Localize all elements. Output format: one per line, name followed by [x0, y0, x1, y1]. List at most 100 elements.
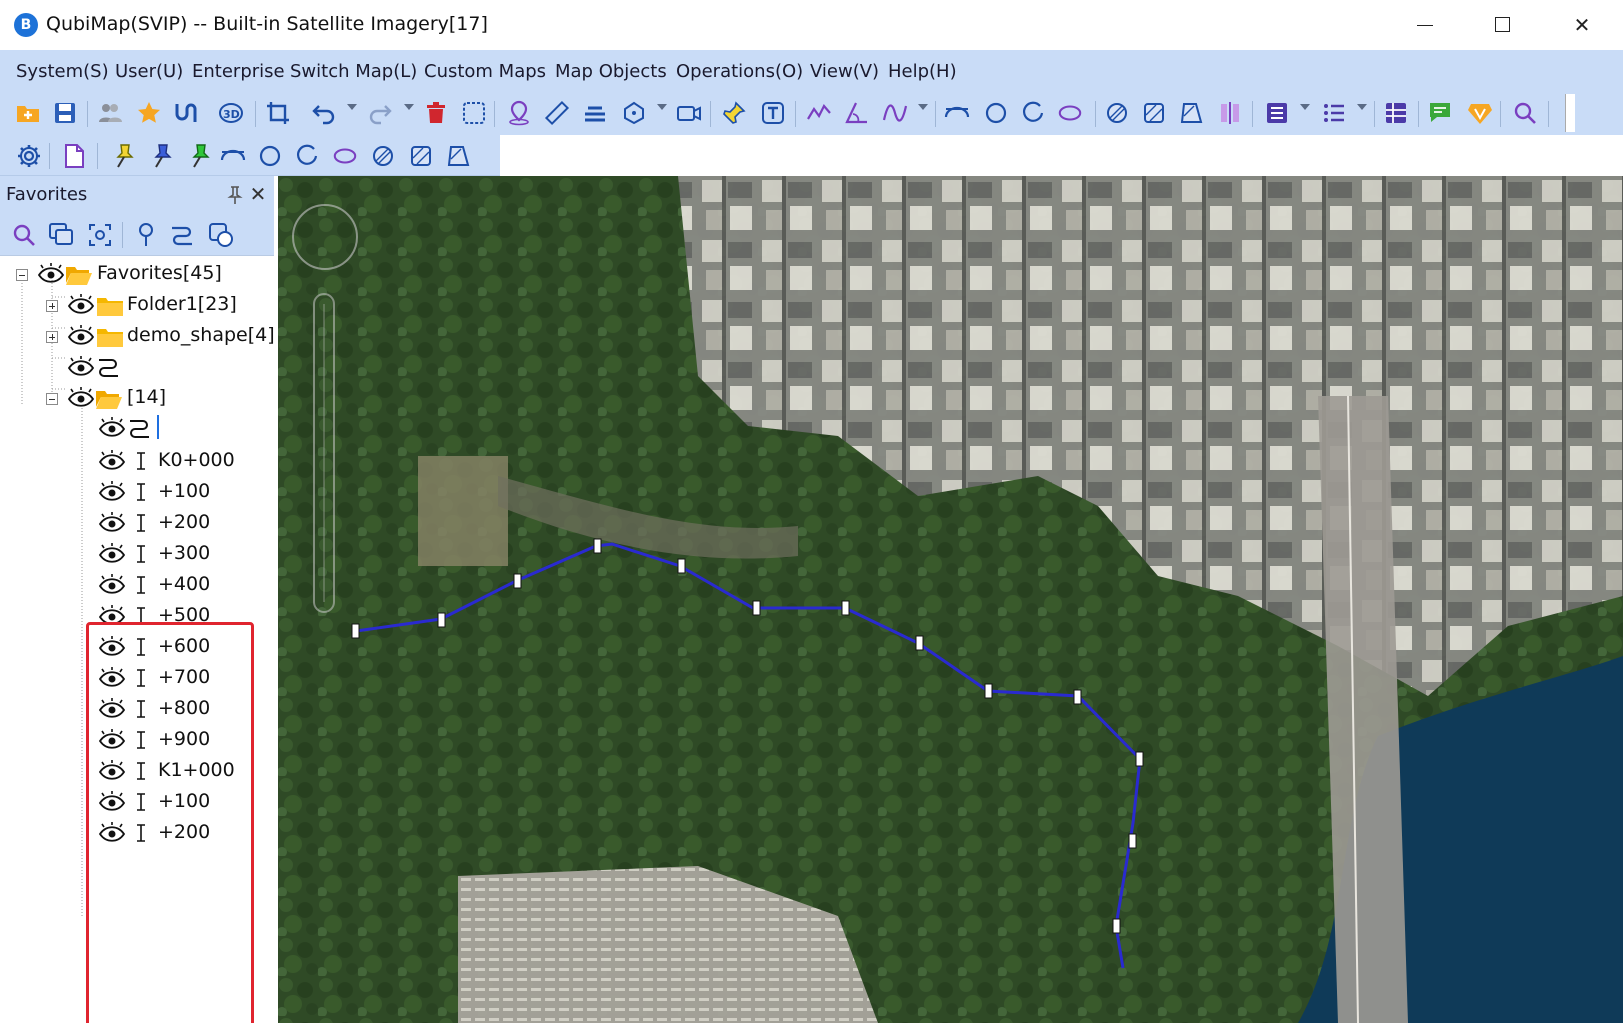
stake-marker[interactable]: [351, 623, 360, 639]
polygon-dropdown-caret[interactable]: [657, 104, 667, 110]
ellipse-icon[interactable]: [332, 143, 358, 169]
tree-node-sub-route[interactable]: [0, 413, 274, 443]
menu-help[interactable]: Help(H): [888, 61, 957, 82]
list-panel-icon[interactable]: [1264, 100, 1290, 126]
hatch-parallelogram-icon[interactable]: [446, 143, 472, 169]
stake-marker[interactable]: [1135, 751, 1144, 767]
tree-node-stake[interactable]: +200: [0, 508, 274, 538]
settings-gear-icon[interactable]: [16, 143, 42, 169]
hatch-circle-icon[interactable]: [1104, 100, 1130, 126]
stake-marker[interactable]: [984, 683, 993, 699]
hatch-square-icon[interactable]: [408, 143, 434, 169]
panel-close-button[interactable]: ✕: [248, 181, 268, 207]
pin-icon[interactable]: [721, 100, 747, 126]
visibility-eye-icon[interactable]: [38, 263, 64, 285]
angle-icon[interactable]: [844, 100, 870, 126]
select-area-icon[interactable]: [461, 100, 487, 126]
shape-icon[interactable]: [208, 222, 234, 248]
tree-node-route[interactable]: [0, 352, 274, 382]
toolbar-overflow-handle[interactable]: [1565, 94, 1575, 132]
visibility-eye-icon[interactable]: [99, 450, 125, 472]
collapse-toggle[interactable]: [16, 269, 28, 281]
polygon-icon[interactable]: [621, 100, 647, 126]
tree-node-stake[interactable]: +300: [0, 539, 274, 569]
stake-marker[interactable]: [1112, 918, 1121, 934]
close-button[interactable]: ✕: [1562, 10, 1602, 40]
stake-marker[interactable]: [752, 600, 761, 616]
delete-icon[interactable]: [423, 100, 449, 126]
visibility-eye-icon[interactable]: [99, 481, 125, 503]
video-icon[interactable]: [676, 100, 702, 126]
redo-icon[interactable]: [367, 100, 393, 126]
bullet-list-icon[interactable]: [1321, 100, 1347, 126]
visibility-eye-icon[interactable]: [99, 512, 125, 534]
stake-marker[interactable]: [437, 612, 446, 628]
expand-toggle[interactable]: [46, 331, 58, 343]
stake-marker[interactable]: [677, 558, 686, 574]
menu-system[interactable]: System(S): [16, 61, 109, 82]
satellite-map-view[interactable]: [278, 176, 1623, 1023]
arc-open-icon[interactable]: [1020, 100, 1046, 126]
stake-marker[interactable]: [841, 600, 850, 616]
tree-node-root[interactable]: Favorites[45]: [0, 259, 274, 289]
green-pushpin-icon[interactable]: [186, 143, 212, 169]
undo-dropdown-caret[interactable]: [347, 104, 357, 110]
menu-view[interactable]: View(V): [810, 61, 879, 82]
circle-icon[interactable]: [257, 143, 283, 169]
menu-operations[interactable]: Operations(O): [676, 61, 803, 82]
ruler-icon[interactable]: [544, 100, 570, 126]
bullet-list-dropdown-caret[interactable]: [1357, 104, 1367, 110]
favorite-star-icon[interactable]: [136, 100, 162, 126]
list-panel-dropdown-caret[interactable]: [1300, 104, 1310, 110]
visibility-eye-icon[interactable]: [68, 294, 94, 316]
chat-icon[interactable]: [1427, 100, 1453, 126]
tree-node-stake[interactable]: +400: [0, 570, 274, 600]
menu-custom-maps[interactable]: Custom Maps: [424, 61, 546, 82]
expand-toggle[interactable]: [46, 300, 58, 312]
polyline-icon[interactable]: [806, 100, 832, 126]
hatch-parallelogram-icon[interactable]: [1179, 100, 1205, 126]
yellow-pushpin-icon[interactable]: [110, 143, 136, 169]
blue-pushpin-icon[interactable]: [148, 143, 174, 169]
maximize-button[interactable]: [1483, 10, 1523, 40]
layers-icon[interactable]: [48, 222, 74, 248]
panel-pin-icon[interactable]: [226, 185, 244, 205]
placemark-icon[interactable]: [506, 100, 532, 126]
visibility-eye-icon[interactable]: [68, 325, 94, 347]
grid-table-icon[interactable]: [1383, 100, 1409, 126]
route-icon[interactable]: [169, 222, 195, 248]
menu-map-objects[interactable]: Map Objects: [555, 61, 667, 82]
3d-icon[interactable]: 3D: [218, 100, 244, 126]
route-icon[interactable]: [173, 100, 199, 126]
tree-node-folder14[interactable]: [14]: [0, 383, 274, 413]
collapse-toggle[interactable]: [46, 393, 58, 405]
curve-icon[interactable]: [882, 100, 908, 126]
undo-icon[interactable]: [311, 100, 337, 126]
arc-icon[interactable]: [944, 100, 970, 126]
hatch-circle-icon[interactable]: [370, 143, 396, 169]
placemark-icon[interactable]: [133, 222, 159, 248]
area-measure-icon[interactable]: [582, 100, 608, 126]
save-icon[interactable]: [52, 100, 78, 126]
users-icon[interactable]: [97, 100, 123, 126]
redo-dropdown-caret[interactable]: [404, 104, 414, 110]
text-icon[interactable]: [760, 100, 786, 126]
visibility-eye-icon[interactable]: [68, 356, 94, 378]
visibility-eye-icon[interactable]: [99, 417, 125, 439]
tree-node-demo-shape[interactable]: demo_shape[4]: [0, 321, 275, 351]
stake-marker[interactable]: [513, 573, 522, 589]
vip-icon[interactable]: [1467, 100, 1493, 126]
visibility-eye-icon[interactable]: [99, 574, 125, 596]
satellite-imagery[interactable]: [278, 176, 1623, 1023]
tree-node-stake[interactable]: +100: [0, 477, 274, 507]
arc-line-icon[interactable]: [220, 143, 246, 169]
tree-node-stake[interactable]: K0+000: [0, 446, 274, 476]
split-icon[interactable]: [1217, 100, 1243, 126]
ellipse-icon[interactable]: [1057, 100, 1083, 126]
crop-icon[interactable]: [265, 100, 291, 126]
curve-dropdown-caret[interactable]: [918, 104, 928, 110]
menu-enterprise[interactable]: Enterprise: [192, 61, 285, 82]
new-document-icon[interactable]: [61, 143, 87, 169]
stake-marker[interactable]: [1128, 833, 1137, 849]
menu-switch-map[interactable]: Switch Map(L): [290, 61, 417, 82]
